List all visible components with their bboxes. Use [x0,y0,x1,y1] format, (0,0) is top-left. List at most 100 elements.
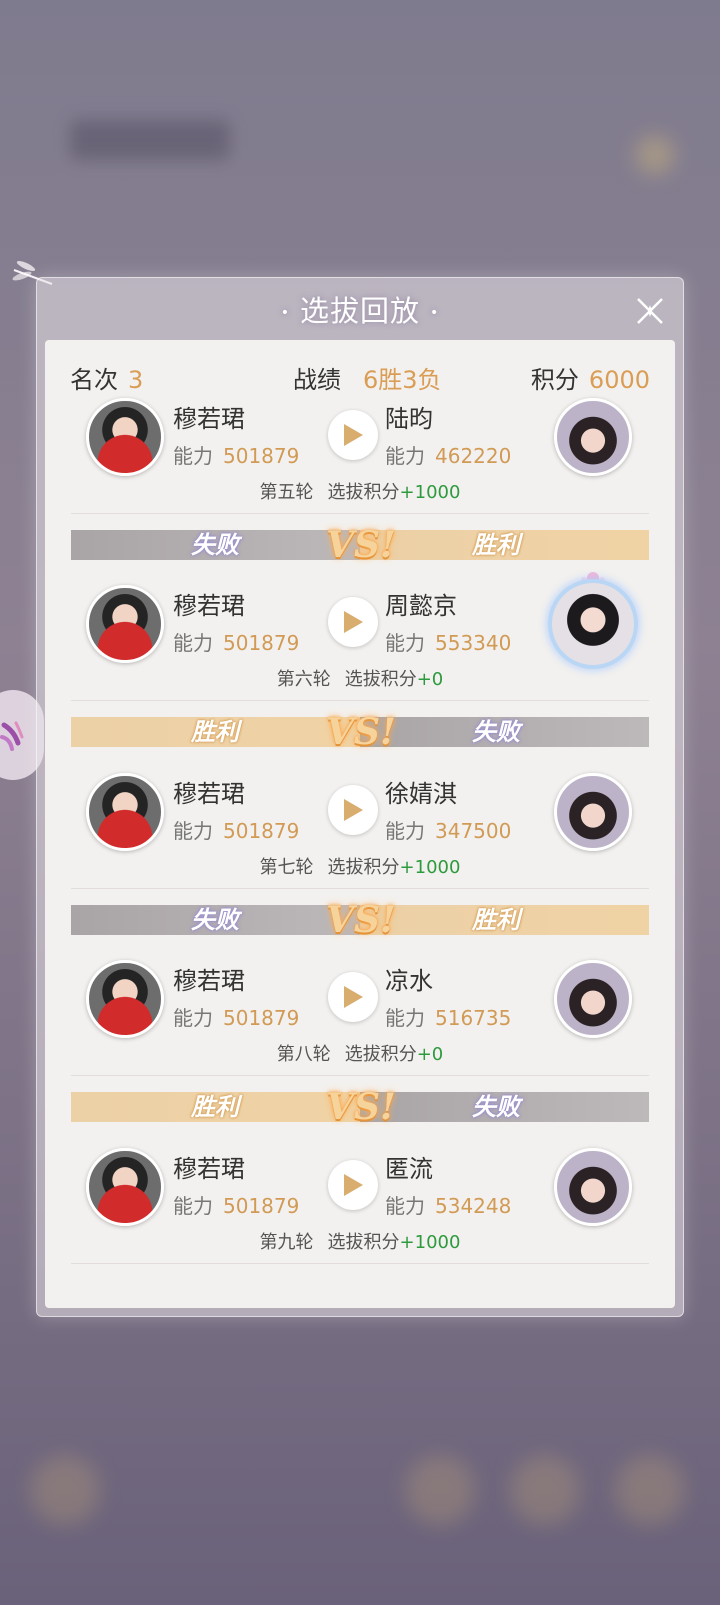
divider [71,513,649,514]
result-fail-label: 失败 [472,1092,520,1121]
divider [71,700,649,701]
power-value: 501879 [223,1194,300,1218]
round-info: 第七轮 选拔积分+1000 [45,853,675,879]
replay-list: 名次 3 战绩 6胜3负 积分 6000 穆若珺 能力 501879 陆昀 能力 4622… [45,340,675,1308]
opponent-power: 能力 553340 [385,627,511,656]
player-name: 穆若珺 [173,967,245,995]
record-value: 6胜3负 [363,366,442,394]
player-power: 能力 501879 [173,440,299,469]
opponent-avatar[interactable] [554,398,632,476]
play-button[interactable] [328,410,378,460]
right-result: 胜利 [360,530,649,560]
power-label: 能力 [173,1006,213,1030]
right-result: 胜利 [360,905,649,935]
left-result: 胜利 [71,717,360,747]
side-menu-icon [0,721,24,751]
result-fail-label: 失败 [191,530,239,559]
vs-emblem: VS! [326,899,396,941]
opponent-avatar[interactable] [554,1148,632,1226]
stats-row: 名次 3 战绩 6胜3负 积分 6000 [70,360,650,396]
rank-label: 名次 [70,366,118,394]
power-value: 516735 [435,1006,512,1030]
close-button[interactable] [632,293,668,329]
player-avatar[interactable] [86,773,164,851]
score-gain-label: 选拔积分 [327,482,400,503]
play-button[interactable] [328,1160,378,1210]
player-name: 穆若珺 [173,780,245,808]
left-result: 胜利 [71,1092,360,1122]
player-avatar[interactable] [86,960,164,1038]
match-row: 穆若珺 能力 501879 匿流 能力 534248 第九轮 选拔积分+1000 [45,1142,675,1274]
round-label: 第六轮 [276,669,331,690]
match-row: 穆若珺 能力 501879 陆昀 能力 462220 第五轮 选拔积分+1000 [45,392,675,524]
round-label: 第五轮 [259,482,314,503]
right-result: 失败 [360,1092,649,1122]
power-value: 553340 [435,631,512,655]
record-stat: 战绩 6胜3负 [293,360,442,395]
power-value: 501879 [223,819,300,843]
round-info: 第六轮 选拔积分+0 [45,665,675,691]
score-gain-value: +1000 [399,857,461,878]
opponent-avatar[interactable] [554,773,632,851]
play-button[interactable] [328,785,378,835]
title-dot-right: • [430,305,440,321]
power-label: 能力 [385,1006,425,1030]
score-gain-value: +0 [416,1044,444,1065]
round-info: 第九轮 选拔积分+1000 [45,1228,675,1254]
play-button[interactable] [328,972,378,1022]
play-icon [344,1174,363,1196]
vs-emblem: VS! [326,711,396,753]
score-gain-value: +1000 [399,1232,461,1253]
opponent-power: 能力 516735 [385,1002,511,1031]
score-gain-label: 选拔积分 [327,857,400,878]
player-name: 穆若珺 [173,1155,245,1183]
divider [71,1075,649,1076]
power-value: 501879 [223,631,300,655]
play-button[interactable] [328,597,378,647]
left-result: 失败 [71,530,360,560]
player-avatar[interactable] [86,398,164,476]
vs-bar: 失败 胜利 VS! [71,899,649,941]
right-result: 失败 [360,717,649,747]
result-win-label: 胜利 [191,717,239,746]
player-name: 穆若珺 [173,405,245,433]
vs-bar: 失败 胜利 VS! [71,524,649,566]
player-power: 能力 501879 [173,815,299,844]
vs-emblem: VS! [326,524,396,566]
result-fail-label: 失败 [472,717,520,746]
score-gain-label: 选拔积分 [344,1044,417,1065]
round-label: 第九轮 [259,1232,314,1253]
background-blur-title [70,120,230,160]
player-power: 能力 501879 [173,1002,299,1031]
match-row: 穆若珺 能力 501879 周懿京 能力 553340 第六轮 选拔积分+0 [45,572,675,711]
power-value: 501879 [223,444,300,468]
result-win-label: 胜利 [472,905,520,934]
power-label: 能力 [173,1194,213,1218]
power-value: 462220 [435,444,512,468]
close-x-icon [637,298,663,324]
rank-value: 3 [128,366,144,394]
opponent-name: 陆昀 [385,405,433,433]
background-blur-button-2 [405,1455,475,1525]
score-gain-value: +1000 [399,482,461,503]
result-win-label: 胜利 [472,530,520,559]
power-label: 能力 [385,631,425,655]
opponent-avatar[interactable] [554,960,632,1038]
player-avatar[interactable] [86,585,164,663]
opponent-name: 徐婧淇 [385,780,457,808]
opponent-power: 能力 534248 [385,1190,511,1219]
power-label: 能力 [385,819,425,843]
power-value: 501879 [223,1006,300,1030]
opponent-avatar[interactable] [548,579,638,669]
player-avatar[interactable] [86,1148,164,1226]
power-value: 347500 [435,819,512,843]
match-row: 穆若珺 能力 501879 凉水 能力 516735 第八轮 选拔积分+0 [45,954,675,1086]
score-gain-label: 选拔积分 [327,1232,400,1253]
opponent-name: 周懿京 [385,592,457,620]
round-label: 第八轮 [276,1044,331,1065]
score-stat: 积分 6000 [531,360,650,395]
opponent-name: 凉水 [385,967,433,995]
result-win-label: 胜利 [191,1092,239,1121]
vs-bar: 胜利 失败 VS! [71,711,649,753]
round-info: 第八轮 选拔积分+0 [45,1040,675,1066]
